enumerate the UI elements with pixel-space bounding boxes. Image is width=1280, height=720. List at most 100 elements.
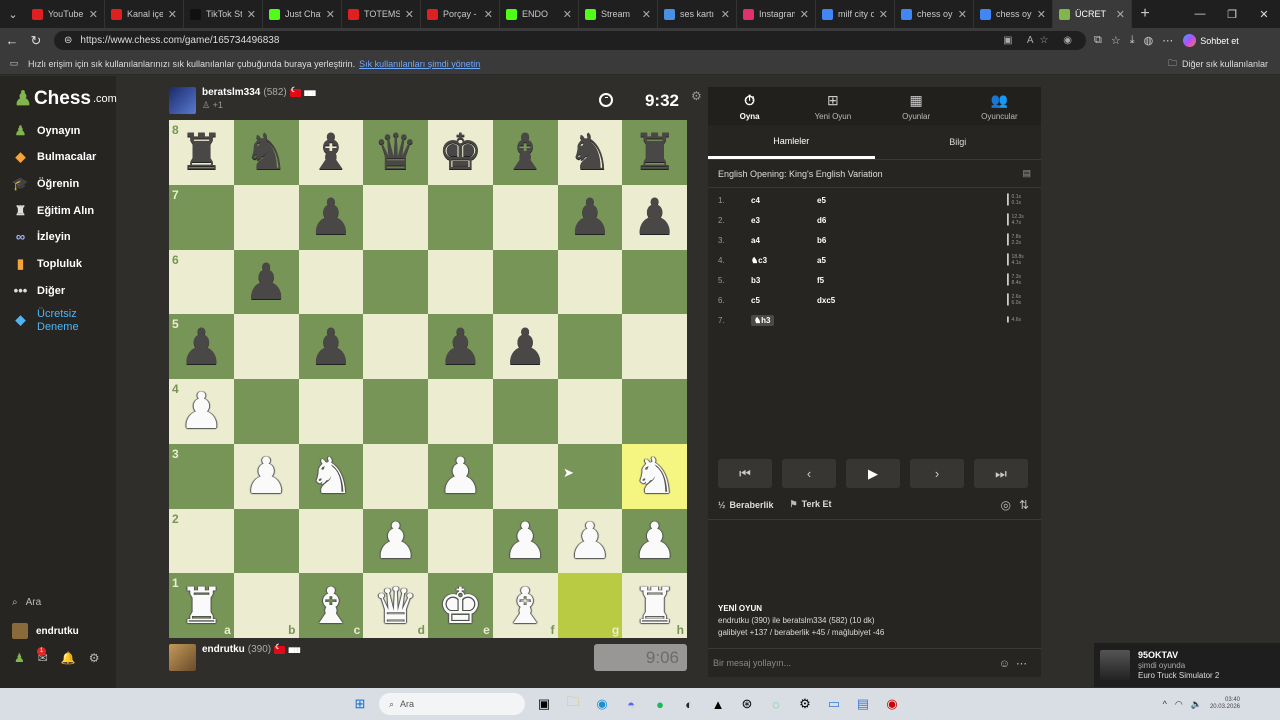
- white-pawn-icon[interactable]: ♟: [503, 516, 548, 566]
- url-actions-icons[interactable]: ▣ A☆ ◉: [1003, 35, 1078, 46]
- whatsapp-icon[interactable]: ◌: [766, 694, 786, 714]
- close-tab-icon[interactable]: ✕: [168, 8, 177, 21]
- black-rook-icon[interactable]: ♜: [179, 127, 224, 177]
- square-f8[interactable]: ♝: [492, 120, 558, 185]
- square-d6[interactable]: [363, 249, 428, 315]
- browser-tab[interactable]: ses kartı - C ✕: [658, 0, 737, 28]
- chat-options-icons[interactable]: ☺⋯: [999, 657, 1033, 670]
- square-b1[interactable]: b: [233, 573, 299, 638]
- browser-tab[interactable]: Just Chattin ✕: [263, 0, 342, 28]
- square-f6[interactable]: [492, 249, 558, 315]
- black-move[interactable]: e5: [817, 196, 1007, 205]
- reading-list-icon[interactable]: ▭: [0, 58, 28, 69]
- close-tab-icon[interactable]: ✕: [1116, 8, 1125, 21]
- black-move[interactable]: dxc5: [817, 296, 1007, 305]
- flip-board-icon[interactable]: ⇅: [1019, 498, 1029, 512]
- white-pawn-icon[interactable]: ♟: [373, 516, 418, 566]
- browser-tab[interactable]: Porçay - Ö ✕: [421, 0, 500, 28]
- sidebar-item-community[interactable]: ▮ Topluluk: [12, 255, 82, 272]
- square-h8[interactable]: ♜: [622, 120, 687, 185]
- browser-tab[interactable]: ÜCRET ✕: [1053, 0, 1132, 28]
- close-tab-icon[interactable]: ✕: [958, 8, 967, 21]
- copilot-button[interactable]: Sohbet et: [1183, 34, 1239, 47]
- profile-icon[interactable]: ◍: [1144, 34, 1154, 47]
- site-info-icon[interactable]: ⊜: [64, 35, 72, 46]
- spotify-icon[interactable]: ●: [650, 694, 670, 714]
- square-e6[interactable]: [428, 249, 493, 315]
- square-c7[interactable]: ♟: [298, 184, 364, 250]
- book-icon[interactable]: ▤: [1022, 168, 1031, 179]
- chevron-up-icon[interactable]: ^: [1163, 699, 1167, 709]
- black-king-icon[interactable]: ♚: [438, 127, 483, 177]
- square-e5[interactable]: ♟: [428, 314, 493, 379]
- sidebar-item-learn[interactable]: 🎓 Öğrenin: [12, 175, 79, 192]
- sidebar-item-watch[interactable]: ∞ İzleyin: [12, 228, 71, 245]
- square-a1[interactable]: 1 a ♜: [169, 573, 234, 638]
- wifi-icon[interactable]: ◠: [1175, 699, 1183, 710]
- friends-icon[interactable]: ♟: [14, 651, 25, 665]
- square-h5[interactable]: [622, 314, 687, 379]
- black-knight-icon[interactable]: ♞: [244, 127, 289, 177]
- white-rook-icon[interactable]: ♜: [179, 581, 224, 631]
- black-move[interactable]: f5: [817, 276, 1007, 285]
- extensions-icon[interactable]: ⧉: [1094, 34, 1102, 47]
- browser-tab[interactable]: TOTEMSİZ ✕: [342, 0, 421, 28]
- volume-icon[interactable]: 🔈: [1191, 699, 1202, 710]
- sidebar-item-play[interactable]: ♟ Oynayın: [12, 122, 81, 139]
- square-c6[interactable]: [298, 249, 364, 315]
- square-a2[interactable]: 2: [169, 508, 234, 574]
- white-move[interactable]: ♞h3: [751, 314, 774, 326]
- first-move-button[interactable]: ⏮: [718, 459, 772, 488]
- sidebar-user[interactable]: endrutku: [12, 623, 79, 639]
- tab-players[interactable]: 👥 Oyuncular: [958, 87, 1041, 125]
- board-settings-icon[interactable]: ⚙: [691, 89, 702, 103]
- square-a5[interactable]: 5 ♟: [169, 314, 234, 379]
- square-c5[interactable]: ♟: [298, 314, 364, 379]
- friend-notification[interactable]: 95OKTAV şimdi oyunda Euro Truck Simulato…: [1094, 643, 1280, 687]
- white-move[interactable]: a4: [751, 236, 760, 245]
- square-e3[interactable]: ♟: [428, 443, 493, 509]
- square-b8[interactable]: ♞: [233, 120, 299, 185]
- tab-play[interactable]: ⏱ Oyna: [708, 87, 791, 125]
- square-b5[interactable]: [233, 314, 299, 379]
- white-rook-icon[interactable]: ♜: [632, 581, 677, 631]
- browser-tab[interactable]: Stream ✕: [579, 0, 658, 28]
- black-rook-icon[interactable]: ♜: [632, 127, 677, 177]
- square-a8[interactable]: 8 ♜: [169, 120, 234, 185]
- white-move[interactable]: ♞c3: [751, 256, 767, 265]
- monitor-icon[interactable]: ▭: [824, 694, 844, 714]
- square-f5[interactable]: ♟: [492, 314, 558, 379]
- square-a4[interactable]: 4 ♟: [169, 379, 234, 444]
- white-pawn-icon[interactable]: ♟: [632, 516, 677, 566]
- black-bishop-icon[interactable]: ♝: [503, 127, 548, 177]
- back-icon[interactable]: ←: [0, 33, 24, 48]
- subtab-moves[interactable]: Hamleler: [708, 125, 875, 159]
- sidebar-search[interactable]: ⌕ Ara: [12, 597, 41, 608]
- square-f4[interactable]: [492, 379, 558, 444]
- resign-button[interactable]: ⚑ Terk Et: [790, 499, 832, 510]
- square-e8[interactable]: ♚: [428, 120, 493, 185]
- close-tab-icon[interactable]: ✕: [642, 8, 651, 21]
- chess-board[interactable]: 8 ♜ ♞ ♝ ♛ ♚ ♝ ♞ ♜ 7 ♟ ♟ ♟ 6 ♟ 5 ♟ ♟ ♟ ♟ 4 ♟ 3 ♟ ♞ ♟ ♞ 2 ♟ ♟ ♟ ♟ 1 a ♜ b c ♝ d ♛…: [169, 120, 687, 638]
- close-window-icon[interactable]: ✕: [1248, 0, 1280, 28]
- file-explorer-icon[interactable]: 🗀: [563, 694, 583, 714]
- square-f2[interactable]: ♟: [492, 508, 558, 574]
- play-button[interactable]: ▶: [846, 459, 900, 488]
- settings-gear-icon[interactable]: ⚙: [795, 694, 815, 714]
- sidebar-item-coach[interactable]: ♜ Eğitim Alın: [12, 202, 94, 219]
- square-c8[interactable]: ♝: [298, 120, 364, 185]
- player-name[interactable]: beratslm334: [202, 87, 260, 98]
- close-tab-icon[interactable]: ✕: [721, 8, 730, 21]
- square-g6[interactable]: [557, 249, 623, 315]
- last-move-button[interactable]: ⏭: [974, 459, 1028, 488]
- square-h3[interactable]: ♞: [622, 443, 687, 509]
- square-d2[interactable]: ♟: [363, 508, 428, 574]
- sidebar-item-more[interactable]: ••• Diğer: [12, 282, 65, 299]
- browser-tab[interactable]: Kanal içeriği ✕: [105, 0, 184, 28]
- square-e4[interactable]: [428, 379, 493, 444]
- white-pawn-icon[interactable]: ♟: [438, 451, 483, 501]
- white-pawn-icon[interactable]: ♟: [244, 451, 289, 501]
- square-h6[interactable]: [622, 249, 687, 315]
- browser-tab[interactable]: chess oyna ✕: [895, 0, 974, 28]
- white-move[interactable]: b3: [751, 276, 760, 285]
